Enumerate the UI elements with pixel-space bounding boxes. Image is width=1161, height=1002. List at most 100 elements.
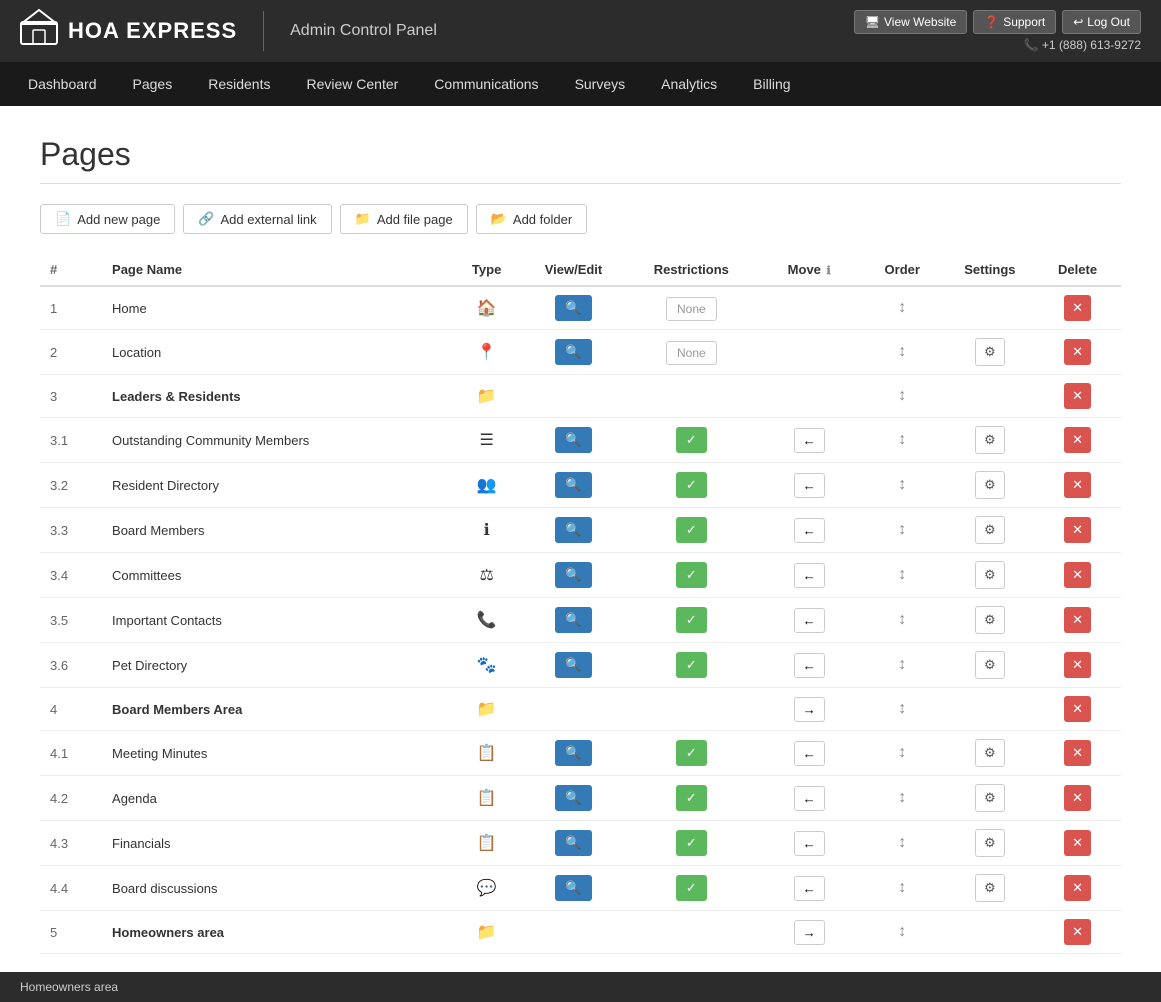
delete-button[interactable]: ✕ <box>1064 875 1091 901</box>
restriction-button[interactable]: ✓ <box>676 607 707 633</box>
row-restrictions: ✓ <box>623 508 759 553</box>
nav-communications[interactable]: Communications <box>416 62 556 106</box>
delete-button[interactable]: ✕ <box>1064 785 1091 811</box>
order-arrows-icon[interactable]: ↕ <box>898 476 906 493</box>
view-website-button[interactable]: 🖥 View Website <box>854 10 968 34</box>
order-arrows-icon[interactable]: ↕ <box>898 431 906 448</box>
order-arrows-icon[interactable]: ↕ <box>898 789 906 806</box>
order-arrows-icon[interactable]: ↕ <box>898 834 906 851</box>
move-left-button[interactable]: ← <box>794 786 825 811</box>
nav-review-center[interactable]: Review Center <box>288 62 416 106</box>
nav-surveys[interactable]: Surveys <box>557 62 644 106</box>
view-edit-button[interactable]: 🔍 <box>555 427 591 453</box>
nav-pages[interactable]: Pages <box>115 62 191 106</box>
order-arrows-icon[interactable]: ↕ <box>898 566 906 583</box>
view-edit-button[interactable]: 🔍 <box>555 740 591 766</box>
delete-button[interactable]: ✕ <box>1064 339 1091 365</box>
order-arrows-icon[interactable]: ↕ <box>898 744 906 761</box>
nav-dashboard[interactable]: Dashboard <box>10 62 115 106</box>
delete-button[interactable]: ✕ <box>1064 607 1091 633</box>
settings-button[interactable]: ⚙ <box>975 784 1005 812</box>
row-num: 4.2 <box>40 776 102 821</box>
add-new-page-button[interactable]: 📄 Add new page <box>40 204 175 234</box>
move-left-button[interactable]: ← <box>794 831 825 856</box>
move-left-button[interactable]: ← <box>794 563 825 588</box>
restriction-button[interactable]: ✓ <box>676 472 707 498</box>
support-button[interactable]: ❓ Support <box>973 10 1056 34</box>
view-edit-button[interactable]: 🔍 <box>555 830 591 856</box>
restriction-button[interactable]: ✓ <box>676 740 707 766</box>
view-edit-button[interactable]: 🔍 <box>555 472 591 498</box>
view-edit-button[interactable]: 🔍 <box>555 339 591 365</box>
move-left-button[interactable]: ← <box>794 518 825 543</box>
nav-residents[interactable]: Residents <box>190 62 288 106</box>
settings-button[interactable]: ⚙ <box>975 651 1005 679</box>
order-arrows-icon[interactable]: ↕ <box>898 299 906 316</box>
delete-button[interactable]: ✕ <box>1064 472 1091 498</box>
move-left-button[interactable]: ← <box>794 653 825 678</box>
move-left-button[interactable]: ← <box>794 473 825 498</box>
settings-button[interactable]: ⚙ <box>975 471 1005 499</box>
order-arrows-icon[interactable]: ↕ <box>898 343 906 360</box>
view-edit-button[interactable]: 🔍 <box>555 562 591 588</box>
row-num: 4 <box>40 688 102 731</box>
move-left-button[interactable]: ← <box>794 428 825 453</box>
delete-button[interactable]: ✕ <box>1064 427 1091 453</box>
order-arrows-icon[interactable]: ↕ <box>898 656 906 673</box>
settings-button[interactable]: ⚙ <box>975 338 1005 366</box>
move-right-button[interactable]: → <box>794 697 825 722</box>
add-file-page-button[interactable]: 📁 Add file page <box>340 204 468 234</box>
settings-button[interactable]: ⚙ <box>975 874 1005 902</box>
view-edit-button[interactable]: 🔍 <box>555 785 591 811</box>
row-type-icon: 📞 <box>449 598 523 643</box>
settings-button[interactable]: ⚙ <box>975 606 1005 634</box>
settings-button[interactable]: ⚙ <box>975 426 1005 454</box>
settings-button[interactable]: ⚙ <box>975 516 1005 544</box>
restriction-button[interactable]: ✓ <box>676 785 707 811</box>
order-arrows-icon[interactable]: ↕ <box>898 611 906 628</box>
row-delete: ✕ <box>1034 688 1121 731</box>
move-left-button[interactable]: ← <box>794 741 825 766</box>
delete-button[interactable]: ✕ <box>1064 383 1091 409</box>
restriction-button[interactable]: ✓ <box>676 427 707 453</box>
delete-button[interactable]: ✕ <box>1064 696 1091 722</box>
footer-homeowners-link[interactable]: Homeowners area <box>20 980 118 994</box>
add-folder-button[interactable]: 📂 Add folder <box>476 204 587 234</box>
move-left-button[interactable]: ← <box>794 608 825 633</box>
view-edit-button[interactable]: 🔍 <box>555 652 591 678</box>
move-right-button[interactable]: → <box>794 920 825 945</box>
restriction-button[interactable]: ✓ <box>676 652 707 678</box>
restriction-button[interactable]: ✓ <box>676 517 707 543</box>
move-left-button[interactable]: ← <box>794 876 825 901</box>
delete-button[interactable]: ✕ <box>1064 517 1091 543</box>
order-arrows-icon[interactable]: ↕ <box>898 521 906 538</box>
restriction-button[interactable]: ✓ <box>676 875 707 901</box>
table-body: 1Home🏠🔍None↕✕2Location📍🔍None↕⚙✕3Leaders … <box>40 286 1121 954</box>
row-view-edit <box>524 911 623 954</box>
view-edit-button[interactable]: 🔍 <box>555 607 591 633</box>
settings-button[interactable]: ⚙ <box>975 739 1005 767</box>
order-arrows-icon[interactable]: ↕ <box>898 879 906 896</box>
nav-billing[interactable]: Billing <box>735 62 808 106</box>
order-arrows-icon[interactable]: ↕ <box>898 700 906 717</box>
logout-button[interactable]: ↩ Log Out <box>1062 10 1141 34</box>
restriction-button[interactable]: ✓ <box>676 562 707 588</box>
view-edit-button[interactable]: 🔍 <box>555 295 591 321</box>
view-edit-button[interactable]: 🔍 <box>555 875 591 901</box>
add-external-link-button[interactable]: 🔗 Add external link <box>183 204 331 234</box>
order-arrows-icon[interactable]: ↕ <box>898 923 906 940</box>
order-arrows-icon[interactable]: ↕ <box>898 387 906 404</box>
settings-button[interactable]: ⚙ <box>975 829 1005 857</box>
delete-button[interactable]: ✕ <box>1064 830 1091 856</box>
table-header: # Page Name Type View/Edit Restrictions … <box>40 254 1121 286</box>
delete-button[interactable]: ✕ <box>1064 919 1091 945</box>
settings-button[interactable]: ⚙ <box>975 561 1005 589</box>
view-edit-button[interactable]: 🔍 <box>555 517 591 543</box>
restriction-button[interactable]: ✓ <box>676 830 707 856</box>
delete-button[interactable]: ✕ <box>1064 740 1091 766</box>
nav-analytics[interactable]: Analytics <box>643 62 735 106</box>
delete-button[interactable]: ✕ <box>1064 295 1091 321</box>
row-order: ↕ <box>859 821 946 866</box>
delete-button[interactable]: ✕ <box>1064 652 1091 678</box>
delete-button[interactable]: ✕ <box>1064 562 1091 588</box>
